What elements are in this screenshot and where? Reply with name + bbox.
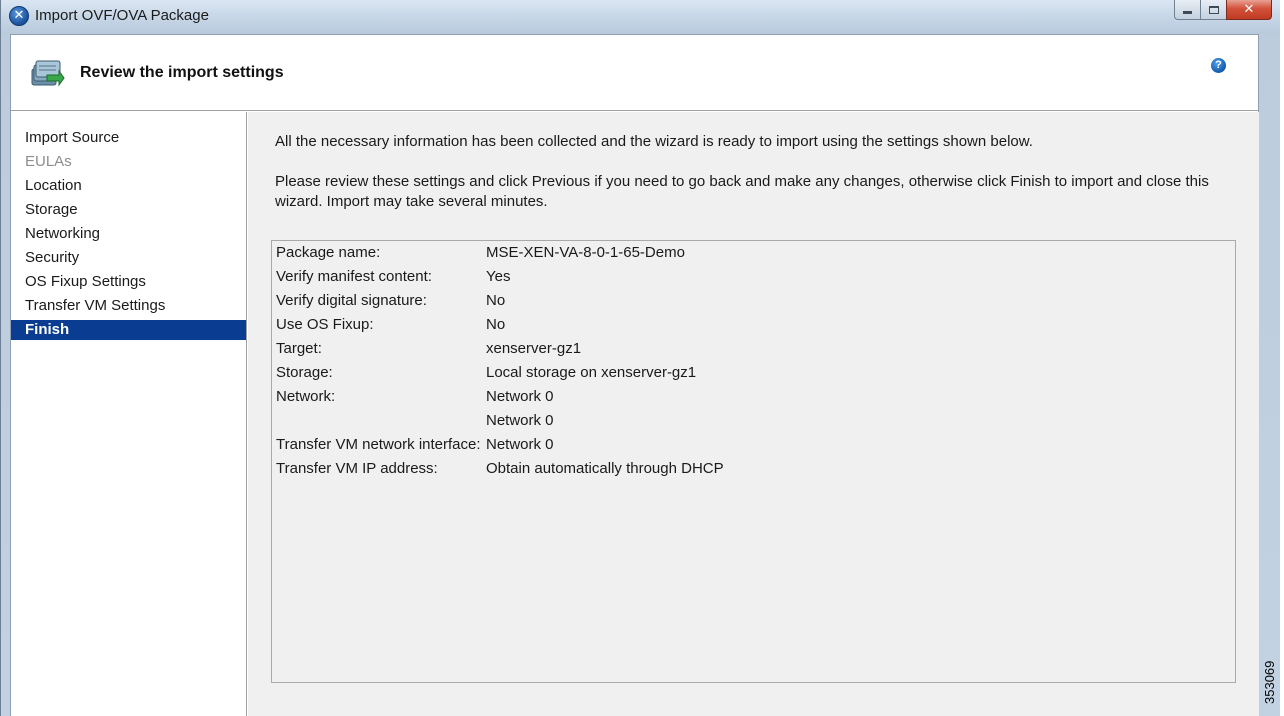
close-icon: ✕ bbox=[1243, 2, 1255, 17]
nav-item-import-source[interactable]: Import Source bbox=[11, 128, 246, 148]
nav-item-finish[interactable]: Finish bbox=[11, 320, 246, 340]
figure-id-label: 353069 bbox=[1262, 660, 1277, 704]
minimize-icon bbox=[1183, 11, 1192, 14]
summary-value: Yes bbox=[486, 268, 511, 285]
wizard-content: All the necessary information has been c… bbox=[248, 112, 1259, 716]
help-icon[interactable]: ? bbox=[1211, 58, 1226, 73]
nav-item-transfer-vm-settings[interactable]: Transfer VM Settings bbox=[11, 296, 246, 316]
nav-item-location[interactable]: Location bbox=[11, 176, 246, 196]
summary-value: Network 0 bbox=[486, 436, 554, 453]
summary-value: Network 0 bbox=[486, 388, 554, 405]
wizard-client-area: Review the import settings ? Import Sour… bbox=[10, 34, 1259, 716]
close-button[interactable]: ✕ bbox=[1226, 0, 1272, 20]
nav-item-security[interactable]: Security bbox=[11, 248, 246, 268]
summary-key: Verify digital signature: bbox=[276, 292, 427, 309]
summary-key: Verify manifest content: bbox=[276, 268, 432, 285]
wizard-header: Review the import settings ? bbox=[11, 35, 1258, 111]
summary-key: Network: bbox=[276, 388, 336, 405]
intro-text: All the necessary information has been c… bbox=[275, 133, 1033, 150]
nav-item-networking[interactable]: Networking bbox=[11, 224, 246, 244]
caption-buttons: ✕ bbox=[1174, 0, 1272, 21]
wizard-step-nav: Import Source EULAs Location Storage Net… bbox=[11, 112, 247, 716]
page-title: Review the import settings bbox=[80, 64, 284, 81]
summary-key: Transfer VM IP address: bbox=[276, 460, 438, 477]
maximize-button[interactable] bbox=[1200, 0, 1226, 20]
summary-value: No bbox=[486, 316, 506, 333]
nav-item-os-fixup-settings[interactable]: OS Fixup Settings bbox=[11, 272, 246, 292]
nav-item-eulas: EULAs bbox=[25, 153, 72, 170]
instructions-text: Please review these settings and click P… bbox=[275, 173, 1209, 210]
summary-value: xenserver-gz1 bbox=[486, 340, 582, 357]
summary-key: Use OS Fixup: bbox=[276, 316, 374, 333]
xencenter-x-icon: ✕ bbox=[9, 6, 29, 26]
nav-item-storage[interactable]: Storage bbox=[11, 200, 246, 220]
summary-value: Obtain automatically through DHCP bbox=[486, 460, 724, 477]
import-wizard-window: ✕ Import OVF/OVA Package ✕ Review the im… bbox=[0, 0, 1280, 716]
maximize-icon bbox=[1208, 5, 1219, 14]
summary-value: No bbox=[486, 292, 506, 309]
summary-value: Network 0 bbox=[486, 412, 554, 429]
summary-key: Package name: bbox=[276, 244, 381, 261]
summary-key: Target: bbox=[276, 340, 322, 357]
title-bar[interactable]: ✕ Import OVF/OVA Package ✕ bbox=[1, 0, 1280, 34]
summary-key: Storage: bbox=[276, 364, 333, 381]
import-package-icon bbox=[31, 60, 65, 87]
window-title: Import OVF/OVA Package bbox=[35, 7, 209, 24]
summary-key: Transfer VM network interface: bbox=[276, 436, 481, 453]
summary-value: MSE-XEN-VA-8-0-1-65-Demo bbox=[486, 244, 685, 261]
summary-value: Local storage on xenserver-gz1 bbox=[486, 364, 697, 381]
settings-summary[interactable]: Package name: MSE-XEN-VA-8-0-1-65-Demo V… bbox=[271, 240, 1236, 683]
minimize-button[interactable] bbox=[1174, 0, 1200, 20]
